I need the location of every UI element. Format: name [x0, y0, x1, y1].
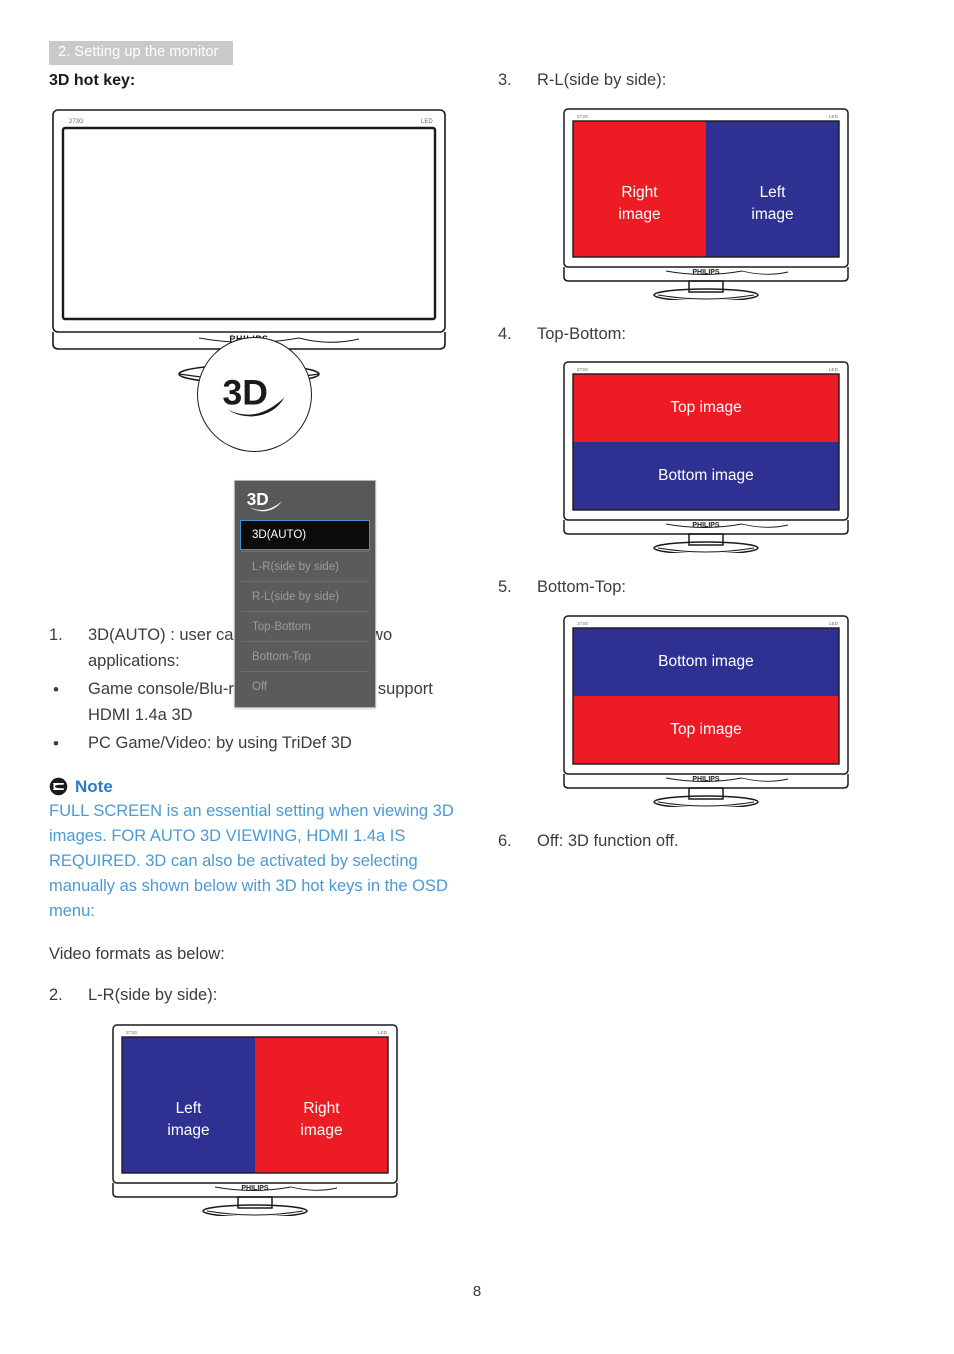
page: 2. Setting up the monitor 3D hot key: 27…	[0, 0, 954, 1354]
list-marker: •	[53, 734, 59, 753]
list-text: R-L(side by side):	[537, 71, 667, 89]
list-item-3: 3. R-L(side by side):	[498, 68, 908, 94]
note-block: Note FULL SCREEN is an essential setting…	[49, 777, 459, 924]
list-marker: 1.	[49, 626, 63, 644]
svg-text:LED: LED	[829, 621, 839, 626]
3d-logo-icon: 3D	[222, 372, 285, 416]
list-marker: 4.	[498, 324, 512, 343]
list-text: Off: 3D function off.	[537, 831, 679, 850]
list-marker: 5.	[498, 578, 512, 596]
list-marker: 3.	[498, 71, 512, 89]
list-item-4: 4. Top-Bottom:	[498, 322, 908, 348]
list-text: PC Game/Video: by using TriDef 3D	[88, 734, 352, 752]
pane-right-fill	[255, 1037, 388, 1173]
osd-3d-logo-icon: 3D	[247, 489, 282, 512]
page-title: 3D hot key:	[49, 72, 136, 89]
monitor-illustration-rl: 273G LED PHILIPS Right image Left image	[561, 106, 851, 300]
bezel-left-label: 273G	[69, 119, 84, 125]
osd-item-label: L-R(side by side)	[252, 560, 339, 573]
video-formats-intro: Video formats as below:	[49, 944, 225, 963]
osd-item-lr-side-by-side[interactable]: L-R(side by side)	[241, 551, 369, 581]
monitor-svg: 273G LED PHILIPS	[563, 361, 849, 553]
philips-logo-text: PHILIPS	[241, 1185, 269, 1192]
osd-item-3d-auto[interactable]: 3D(AUTO)	[240, 520, 370, 550]
svg-text:3D: 3D	[247, 489, 269, 509]
philips-logo-text: PHILIPS	[692, 269, 720, 276]
page-number: 8	[472, 1283, 482, 1300]
osd-menu-header: 3D	[235, 481, 375, 519]
list-marker: 2.	[49, 985, 63, 1004]
osd-item-label: Top-Bottom	[252, 620, 311, 633]
hero-3d-badge: 3D	[197, 337, 312, 452]
list-item-5: 5. Bottom-Top:	[498, 575, 908, 601]
note-header: Note	[49, 777, 459, 797]
svg-text:LED: LED	[829, 114, 839, 119]
philips-logo-text: PHILIPS	[692, 522, 720, 529]
monitor-illustration-bottom-top: 273G LED PHILIPS Bottom image Top image	[561, 613, 851, 807]
hero-monitor-illustration: 273G LED PHILIPS MENU OK ▲▼	[49, 106, 449, 452]
osd-item-bottom-top[interactable]: Bottom-Top	[241, 641, 369, 671]
note-text: FULL SCREEN is an essential setting when…	[49, 801, 454, 920]
monitor-svg: 273G LED PHILIPS	[563, 614, 849, 807]
monitor-svg: 273G LED PHILIPS	[112, 1024, 398, 1216]
list-text: Top-Bottom:	[537, 324, 626, 343]
bezel-right-label: LED	[421, 119, 433, 125]
note-title: Note	[75, 776, 113, 796]
svg-text:273G: 273G	[577, 367, 589, 372]
osd-item-label: Bottom-Top	[252, 650, 311, 663]
osd-item-off[interactable]: Off	[241, 671, 369, 701]
monitor-svg: 273G LED PHILIPS	[563, 107, 849, 300]
svg-text:273G: 273G	[577, 114, 589, 119]
svg-text:LED: LED	[829, 367, 839, 372]
list-text: L-R(side by side):	[88, 985, 218, 1004]
list-marker: 6.	[498, 831, 512, 850]
list-marker: •	[53, 680, 59, 699]
svg-text:3D: 3D	[222, 372, 267, 412]
note-icon	[49, 777, 68, 796]
svg-text:LED: LED	[378, 1030, 388, 1035]
list-item-2: 2. L-R(side by side):	[49, 983, 459, 1009]
list-text: Bottom-Top:	[537, 578, 626, 596]
svg-text:273G: 273G	[126, 1030, 138, 1035]
philips-logo-text: PHILIPS	[692, 776, 720, 783]
left-column: 3D hot key: 273G LED 3D 3D 3D(AUTO) L-R(…	[49, 72, 459, 1216]
monitor-illustration-top-bottom: 273G LED PHILIPS Top image Bottom image	[561, 359, 851, 553]
osd-item-label: Off	[252, 680, 268, 693]
list-item-6: 6. Off: 3D function off.	[498, 829, 908, 855]
list-item-bullet-2: • PC Game/Video: by using TriDef 3D	[49, 731, 459, 757]
osd-item-top-bottom[interactable]: Top-Bottom	[241, 611, 369, 641]
osd-item-label: 3D(AUTO)	[252, 529, 307, 541]
osd-item-label: R-L(side by side)	[252, 590, 339, 603]
right-column: 3. R-L(side by side): 273G LED PHILIPS R…	[498, 68, 908, 857]
osd-3d-menu[interactable]: 3D 3D(AUTO) L-R(side by side) R-L(side b…	[234, 480, 376, 708]
svg-text:273G: 273G	[577, 621, 589, 626]
chapter-tab: 2. Setting up the monitor	[49, 41, 233, 65]
osd-item-rl-side-by-side[interactable]: R-L(side by side)	[241, 581, 369, 611]
monitor-illustration-lr: 273G LED PHILIPS Left image Right image	[110, 1022, 400, 1216]
